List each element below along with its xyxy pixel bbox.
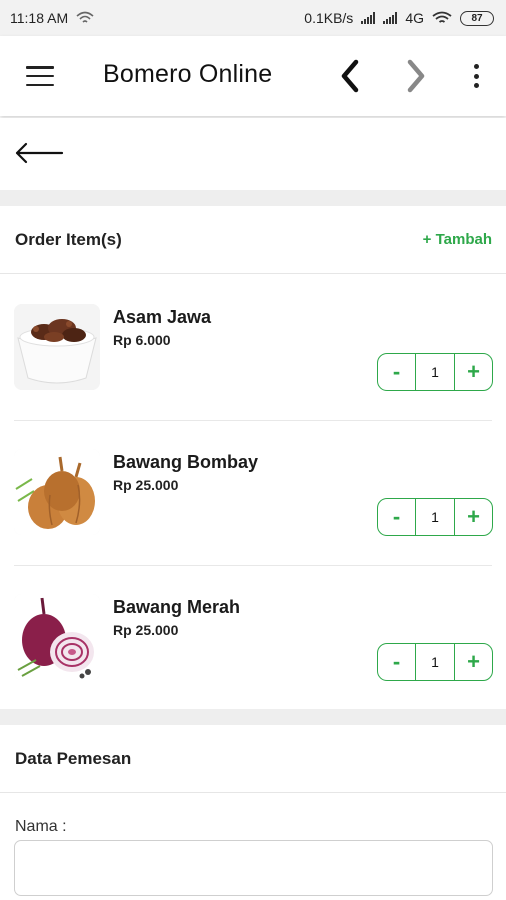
app-title: Bomero Online <box>103 60 273 88</box>
status-time: 11:18 AM <box>10 10 69 26</box>
increase-button[interactable]: + <box>455 354 492 390</box>
signal-icon <box>361 12 376 24</box>
order-item-bawang-bombay: Bawang Bombay Rp 25.000 - 1 + <box>0 421 506 566</box>
status-net-speed: 0.1KB/s <box>304 10 354 26</box>
buyer-data-header: Data Pemesan <box>0 725 506 793</box>
item-price: Rp 25.000 <box>113 477 179 493</box>
menu-icon[interactable] <box>26 66 54 86</box>
quantity-value[interactable]: 1 <box>415 644 455 680</box>
item-name: Asam Jawa <box>113 307 212 327</box>
section-gap <box>0 709 506 725</box>
order-items-title: Order Item(s) <box>15 229 122 249</box>
item-price: Rp 25.000 <box>113 622 179 638</box>
increase-button[interactable]: + <box>455 644 492 680</box>
wifi-status-icon <box>76 11 94 23</box>
chevron-left-icon[interactable] <box>336 58 364 94</box>
section-gap <box>0 190 506 206</box>
quantity-stepper: - 1 + <box>377 498 493 536</box>
quantity-stepper: - 1 + <box>377 353 493 391</box>
onion-image <box>14 449 100 535</box>
increase-button[interactable]: + <box>455 499 492 535</box>
name-input[interactable] <box>14 840 493 896</box>
buyer-data-title: Data Pemesan <box>15 748 132 768</box>
battery-level: 87 <box>471 12 483 24</box>
item-name: Bawang Bombay <box>113 452 259 472</box>
tamarind-image <box>14 304 100 390</box>
chevron-right-icon[interactable] <box>402 58 430 94</box>
network-type: 4G <box>405 10 424 26</box>
quantity-value[interactable]: 1 <box>415 354 455 390</box>
decrease-button[interactable]: - <box>378 499 415 535</box>
more-options-icon[interactable] <box>466 62 486 90</box>
decrease-button[interactable]: - <box>378 354 415 390</box>
name-label: Nama : <box>15 818 67 835</box>
add-item-button[interactable]: + Tambah <box>423 231 492 248</box>
arrow-left-icon[interactable] <box>14 140 64 166</box>
quantity-stepper: - 1 + <box>377 643 493 681</box>
decrease-button[interactable]: - <box>378 644 415 680</box>
status-left: 11:18 AM <box>10 10 94 26</box>
status-bar: 11:18 AM 0.1KB/s 4G 87 <box>0 0 506 36</box>
signal-icon-2 <box>383 12 398 24</box>
order-item-asam-jawa: Asam Jawa Rp 6.000 - 1 + <box>0 276 506 421</box>
app-bar: Bomero Online <box>0 36 506 116</box>
order-items-header: Order Item(s) + Tambah <box>0 206 506 274</box>
order-items-card: Order Item(s) + Tambah Asam Jawa Rp 6.00… <box>0 206 506 709</box>
battery-icon: 87 <box>460 10 494 26</box>
wifi-icon <box>432 11 452 23</box>
status-right: 0.1KB/s 4G 87 <box>304 10 494 26</box>
quantity-value[interactable]: 1 <box>415 499 455 535</box>
back-row <box>0 118 506 190</box>
red-onion-image <box>14 594 100 680</box>
item-price: Rp 6.000 <box>113 332 171 348</box>
order-item-bawang-merah: Bawang Merah Rp 25.000 - 1 + <box>0 566 506 711</box>
item-name: Bawang Merah <box>113 597 241 617</box>
